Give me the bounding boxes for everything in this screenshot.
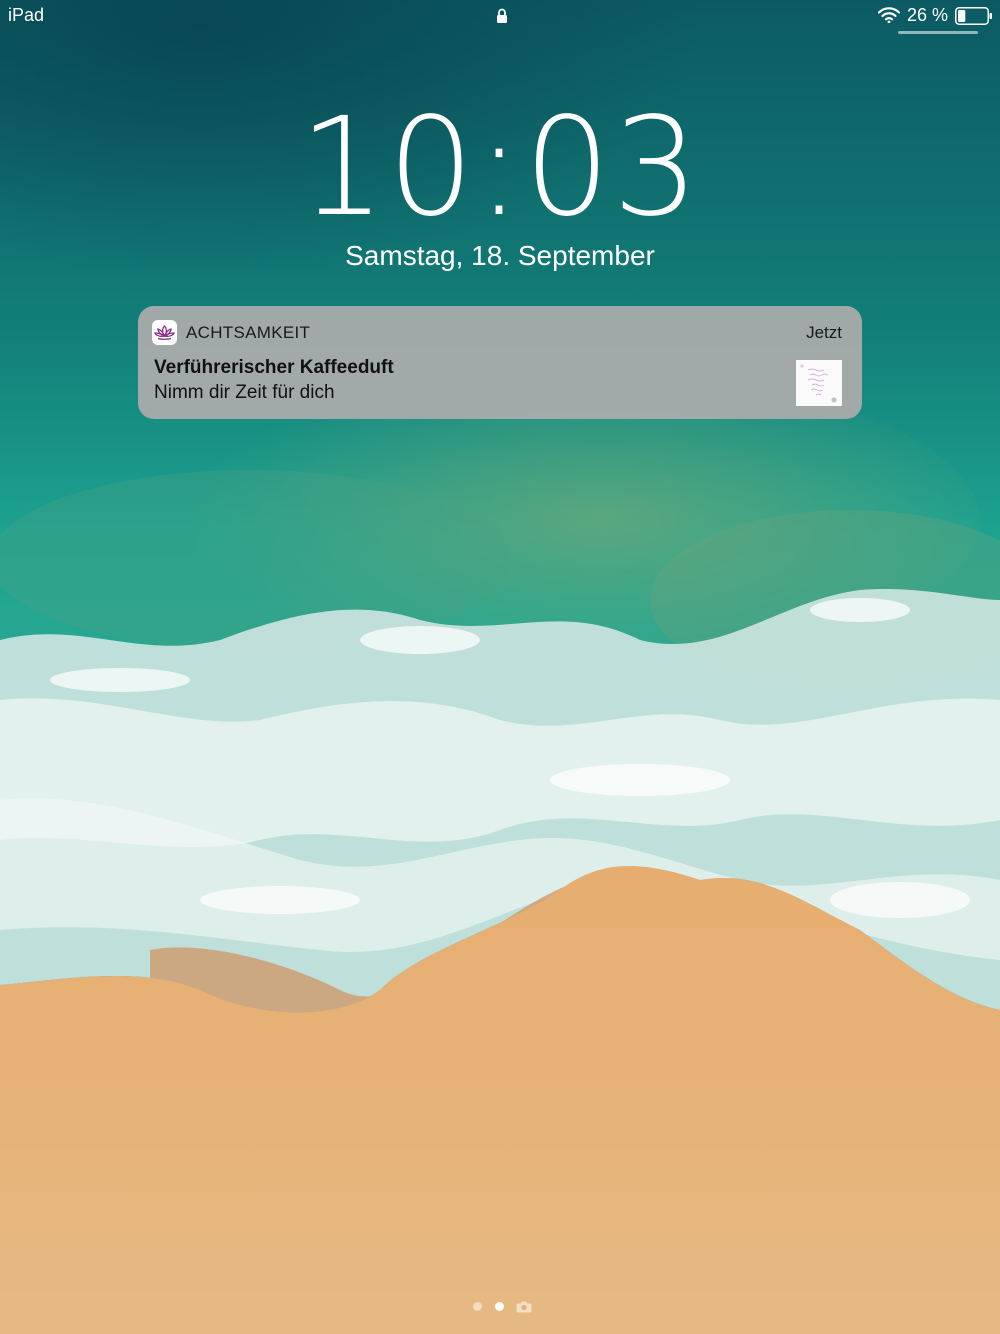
notification-time: Jetzt bbox=[806, 323, 842, 342]
wifi-icon bbox=[877, 7, 901, 24]
notification-thumbnail bbox=[796, 360, 842, 406]
device-name: iPad bbox=[8, 5, 45, 25]
status-bar: iPad 26 % bbox=[0, 0, 1000, 34]
battery-icon bbox=[955, 7, 993, 25]
lock-screen: iPad 26 % 10:03 Samstag, 18. September A… bbox=[0, 0, 1000, 1334]
notification-title: Verführerischer Kaffeeduft bbox=[154, 357, 394, 378]
page-dot[interactable] bbox=[473, 1302, 482, 1311]
battery-percent: 26 % bbox=[907, 5, 949, 25]
notification-card[interactable]: ACHTSAMKEIT Jetzt Verführerischer Kaffee… bbox=[138, 306, 862, 419]
control-center-grabber[interactable] bbox=[898, 31, 978, 34]
lock-icon bbox=[496, 8, 508, 24]
page-dot-current[interactable] bbox=[495, 1302, 504, 1311]
camera-icon[interactable] bbox=[516, 1300, 532, 1313]
notification-body: Nimm dir Zeit für dich bbox=[154, 382, 335, 403]
lock-screen-time: 10:03 bbox=[299, 89, 701, 247]
lotus-icon bbox=[152, 320, 177, 345]
page-indicator[interactable] bbox=[0, 1300, 1000, 1314]
lock-screen-date: Samstag, 18. September bbox=[345, 240, 655, 271]
notification-app-name: ACHTSAMKEIT bbox=[186, 323, 311, 342]
